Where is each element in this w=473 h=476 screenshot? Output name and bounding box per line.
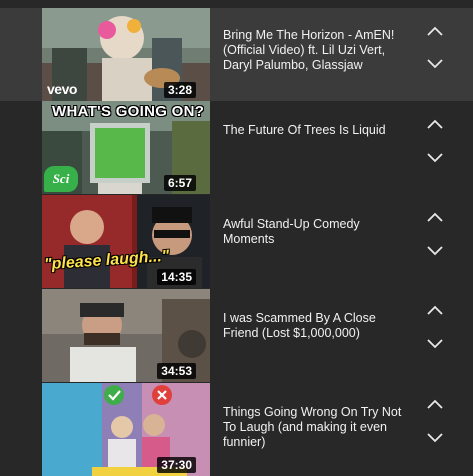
queue-item[interactable]: vevo 3:28 Bring Me The Horizon - AmEN! (… bbox=[0, 8, 473, 101]
move-down-button[interactable] bbox=[424, 149, 446, 165]
video-thumbnail[interactable]: 34:53 bbox=[42, 289, 210, 382]
move-down-button[interactable] bbox=[424, 335, 446, 351]
video-title[interactable]: I was Scammed By A Close Friend (Lost $1… bbox=[223, 311, 403, 341]
chevron-up-icon bbox=[427, 305, 443, 315]
chevron-up-icon bbox=[427, 119, 443, 129]
chevron-down-icon bbox=[427, 59, 443, 69]
chevron-up-icon bbox=[427, 399, 443, 409]
duration-badge: 34:53 bbox=[157, 363, 196, 379]
move-up-button[interactable] bbox=[424, 117, 446, 133]
chevron-down-icon bbox=[427, 153, 443, 163]
video-title[interactable]: Bring Me The Horizon - AmEN! (Official V… bbox=[223, 28, 403, 73]
chevron-down-icon bbox=[427, 339, 443, 349]
video-title[interactable]: Awful Stand-Up Comedy Moments bbox=[223, 217, 403, 247]
chevron-up-icon bbox=[427, 26, 443, 36]
video-thumbnail[interactable]: "please laugh..." 14:35 bbox=[42, 195, 210, 288]
queue-item[interactable]: 34:53 I was Scammed By A Close Friend (L… bbox=[0, 289, 473, 382]
move-up-button[interactable] bbox=[424, 210, 446, 226]
queue-item[interactable]: 37:30 Things Going Wrong On Try Not To L… bbox=[0, 383, 473, 476]
move-up-button[interactable] bbox=[424, 397, 446, 413]
queue-item[interactable]: WHAT'S GOING ON? Sci 6:57 The Future Of … bbox=[0, 101, 473, 194]
duration-badge: 14:35 bbox=[157, 269, 196, 285]
chevron-down-icon bbox=[427, 433, 443, 443]
vevo-logo: vevo bbox=[47, 81, 77, 97]
queue-item[interactable]: "please laugh..." 14:35 Awful Stand-Up C… bbox=[0, 195, 473, 288]
duration-badge: 37:30 bbox=[157, 457, 196, 473]
duration-badge: 3:28 bbox=[163, 82, 196, 98]
thumbnail-caption: WHAT'S GOING ON? bbox=[52, 103, 205, 120]
move-down-button[interactable] bbox=[424, 55, 446, 71]
video-title[interactable]: The Future Of Trees Is Liquid bbox=[223, 123, 403, 138]
video-thumbnail[interactable]: WHAT'S GOING ON? Sci 6:57 bbox=[42, 101, 210, 194]
sci-show-logo: Sci bbox=[44, 166, 78, 192]
chevron-down-icon bbox=[427, 246, 443, 256]
move-up-button[interactable] bbox=[424, 24, 446, 40]
video-thumbnail[interactable]: 37:30 bbox=[42, 383, 210, 476]
video-thumbnail[interactable]: vevo 3:28 bbox=[42, 8, 210, 101]
move-down-button[interactable] bbox=[424, 429, 446, 445]
video-title[interactable]: Things Going Wrong On Try Not To Laugh (… bbox=[223, 405, 403, 450]
move-up-button[interactable] bbox=[424, 303, 446, 319]
move-down-button[interactable] bbox=[424, 242, 446, 258]
duration-badge: 6:57 bbox=[163, 175, 196, 191]
playlist-queue: vevo 3:28 Bring Me The Horizon - AmEN! (… bbox=[0, 0, 473, 476]
chevron-up-icon bbox=[427, 212, 443, 222]
